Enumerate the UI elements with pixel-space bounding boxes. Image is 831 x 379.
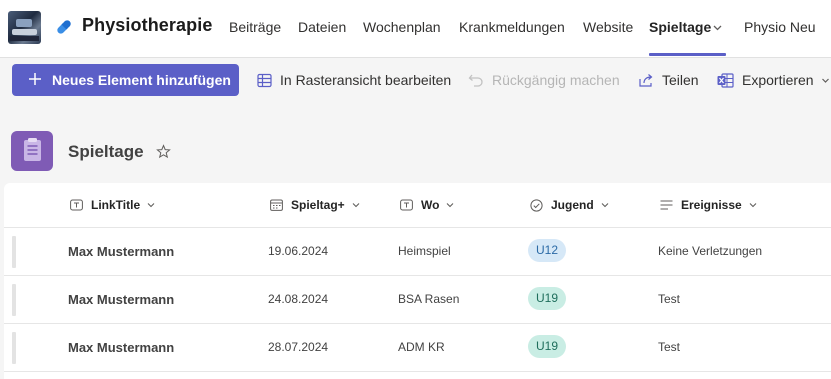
active-tab-indicator xyxy=(649,53,726,56)
nav-item-spieltage[interactable]: Spieltage xyxy=(649,19,711,35)
column-label: Jugend xyxy=(551,198,594,212)
chevron-down-icon xyxy=(601,203,609,208)
cell-wo: Heimspiel xyxy=(398,244,451,258)
cell-ereignisse: Test xyxy=(658,340,681,354)
new-item-label: Neues Element hinzufügen xyxy=(52,72,231,88)
nav-item-krankmeldungen[interactable]: Krankmeldungen xyxy=(459,19,565,35)
share-button[interactable]: Teilen xyxy=(638,72,699,88)
column-label: Spieltag+ xyxy=(291,198,345,212)
table-row[interactable]: Max Mustermann 19.06.2024 Heimspiel U12 … xyxy=(4,228,831,276)
cell-jugend-badge: U19 xyxy=(528,335,567,358)
cell-wo: ADM KR xyxy=(398,340,445,354)
chevron-down-icon xyxy=(352,203,360,208)
column-header-linktitle[interactable]: LinkTitle xyxy=(70,198,155,212)
cell-linktitle[interactable]: Max Mustermann xyxy=(68,292,174,307)
cell-linktitle[interactable]: Max Mustermann xyxy=(68,244,174,259)
calendar-icon xyxy=(270,199,283,211)
column-label: LinkTitle xyxy=(91,198,141,212)
cell-spieltag: 28.07.2024 xyxy=(268,340,329,354)
list-table: LinkTitle Spieltag+ Wo Jugend Ereignisse… xyxy=(4,183,831,379)
cell-jugend-badge: U12 xyxy=(528,239,567,262)
undo-label: Rückgängig machen xyxy=(492,72,620,88)
cell-linktitle[interactable]: Max Mustermann xyxy=(68,340,174,355)
column-header-ereignisse[interactable]: Ereignisse xyxy=(660,198,757,212)
pill-icon xyxy=(57,20,71,34)
row-selector[interactable] xyxy=(12,284,16,316)
share-label: Teilen xyxy=(662,72,699,88)
site-title[interactable]: Physiotherapie xyxy=(82,15,212,36)
grid-edit-label: In Rasteransicht bearbeiten xyxy=(280,72,452,88)
chevron-down-icon xyxy=(749,203,757,208)
export-label: Exportieren xyxy=(742,72,814,88)
nav-item-website[interactable]: Website xyxy=(583,19,633,35)
nav-item-wochenplan[interactable]: Wochenplan xyxy=(363,19,441,35)
cell-wo: BSA Rasen xyxy=(398,292,460,306)
undo-button[interactable]: Rückgängig machen xyxy=(468,72,620,88)
table-row[interactable]: Max Mustermann 24.08.2024 BSA Rasen U19 … xyxy=(4,276,831,324)
chevron-down-icon xyxy=(147,203,155,208)
column-header-spieltag[interactable]: Spieltag+ xyxy=(270,198,360,212)
grid-icon xyxy=(257,73,272,87)
export-button[interactable]: Exportieren xyxy=(717,72,830,88)
chevron-down-icon xyxy=(447,203,454,208)
star-icon[interactable] xyxy=(156,144,171,159)
cell-ereignisse: Test xyxy=(658,292,681,306)
table-header: LinkTitle Spieltag+ Wo Jugend Ereignisse xyxy=(4,183,831,228)
nav-item-physio-neu[interactable]: Physio Neu xyxy=(744,19,816,35)
row-selector[interactable] xyxy=(12,332,16,364)
cell-ereignisse: Keine Verletzungen xyxy=(658,244,763,258)
chevron-down-icon xyxy=(821,78,829,83)
chevron-down-icon[interactable] xyxy=(712,22,723,33)
choice-check-icon xyxy=(530,198,543,212)
site-logo[interactable] xyxy=(8,11,41,44)
plus-icon xyxy=(29,73,41,85)
text-field-icon xyxy=(400,199,413,211)
list-icon xyxy=(11,131,53,171)
grid-edit-button[interactable]: In Rasteransicht bearbeiten xyxy=(257,72,451,88)
nav-item-beitraege[interactable]: Beiträge xyxy=(229,19,281,35)
cell-spieltag: 24.08.2024 xyxy=(268,292,329,306)
column-label: Ereignisse xyxy=(681,198,742,212)
row-selector[interactable] xyxy=(12,236,16,268)
multiline-text-icon xyxy=(660,200,673,210)
column-header-jugend[interactable]: Jugend xyxy=(530,198,609,212)
share-icon xyxy=(639,73,653,87)
cell-spieltag: 19.06.2024 xyxy=(268,244,329,258)
column-header-wo[interactable]: Wo xyxy=(400,198,454,212)
top-navigation-bar: Physiotherapie Beiträge Dateien Wochenpl… xyxy=(0,0,831,58)
column-label: Wo xyxy=(421,198,440,212)
undo-icon xyxy=(468,74,483,87)
cell-jugend-badge: U19 xyxy=(528,287,567,310)
list-title: Spieltage xyxy=(68,142,144,161)
text-field-icon xyxy=(70,199,83,211)
excel-icon xyxy=(717,72,734,88)
nav-item-dateien[interactable]: Dateien xyxy=(298,19,346,35)
command-bar: Neues Element hinzufügen In Rasteransich… xyxy=(0,58,831,102)
table-row[interactable]: Max Mustermann 28.07.2024 ADM KR U19 Tes… xyxy=(4,324,831,372)
new-item-button[interactable]: Neues Element hinzufügen xyxy=(12,64,239,96)
